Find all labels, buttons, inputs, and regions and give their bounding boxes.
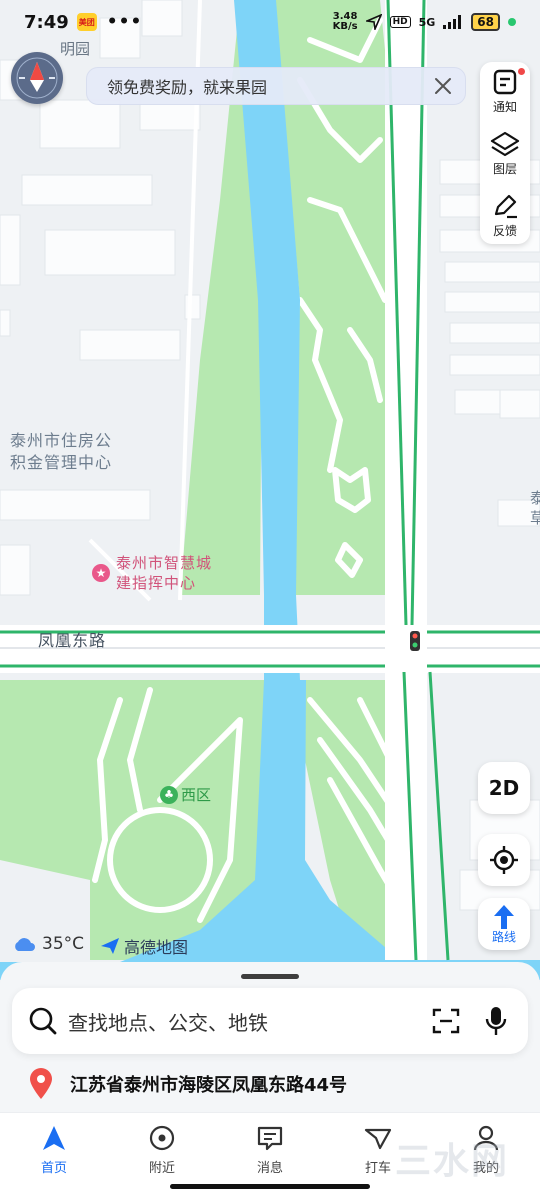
home-indicator[interactable] (170, 1184, 370, 1189)
notification-icon (493, 69, 517, 95)
layers-icon (490, 131, 520, 157)
route-arrow-icon (494, 904, 514, 929)
taxi-flag-icon (364, 1128, 392, 1150)
location-address: 江苏省泰州市海陵区凤凰东路44号 (70, 1075, 348, 1096)
search-bar[interactable]: 查找地点、公交、地铁 (12, 988, 528, 1054)
locate-crosshair-icon (490, 846, 518, 874)
feedback-pen-icon (494, 194, 517, 219)
temperature: 35°C (42, 934, 85, 954)
status-right: 3.48 KB/s HD 5G 68 (333, 12, 516, 32)
current-location[interactable]: 江苏省泰州市海陵区凤凰东路44号 (28, 1068, 347, 1100)
map-label-edge-2: 草 (530, 509, 540, 527)
view-2d-button[interactable]: 2D (478, 762, 530, 814)
message-icon (257, 1126, 283, 1151)
xiqu-label: 西区 (181, 786, 212, 804)
route-button[interactable]: 路线 (478, 898, 530, 950)
battery-indicator: 68 (471, 13, 500, 31)
status-bar: 7:49 美团 ••• 3.48 KB/s HD 5G 68 (0, 0, 540, 44)
notify-label: 通知 (492, 100, 517, 114)
park-pin-icon: ♣ (160, 785, 178, 804)
notify-button[interactable]: 通知 (480, 62, 530, 120)
fund-center-line1: 泰州市住房公 (10, 431, 113, 450)
signal-5g: 5G (418, 15, 436, 29)
sheet-drag-handle[interactable] (241, 974, 299, 979)
location-arrow-icon (365, 14, 382, 30)
watermark: 三水网 (395, 1141, 510, 1182)
microphone-icon[interactable] (484, 1005, 508, 1037)
signal-bars-icon (443, 15, 462, 29)
map-label-edge-1: 泰 (530, 489, 540, 507)
road-label-fenghuang: 凤凰东路 (38, 631, 107, 650)
feedback-label: 反馈 (492, 224, 517, 238)
tab-nearby-label: 附近 (148, 1161, 175, 1176)
tab-home[interactable]: 首页 (0, 1113, 108, 1201)
promo-banner[interactable]: 领免费奖励，就来果园 (86, 67, 466, 105)
compass-button[interactable] (11, 52, 63, 104)
close-icon[interactable] (431, 74, 455, 98)
amap-paper-plane-icon (101, 938, 119, 954)
privacy-dot-icon (508, 18, 516, 26)
scan-icon[interactable] (432, 1007, 460, 1035)
map-label-xiqu[interactable]: ♣ 西区 (160, 784, 211, 805)
feedback-button[interactable]: 反馈 (480, 186, 530, 244)
compass-icon (16, 57, 58, 99)
tab-home-label: 首页 (40, 1161, 67, 1176)
hd-icon: HD (389, 16, 411, 28)
net-speed: 3.48 KB/s (332, 11, 358, 32)
meituan-badge-icon: 美团 (76, 13, 97, 31)
weather-widget[interactable]: 35°C (12, 934, 84, 954)
map-tools-panel: 通知 图层 反馈 (480, 62, 530, 244)
map-label-fund-center[interactable]: 泰州市住房公 积金管理中心 (10, 430, 112, 474)
unread-dot (518, 68, 525, 75)
star-pin-icon: ★ (92, 564, 110, 582)
status-time: 7:49 (24, 11, 69, 33)
tab-taxi-label: 打车 (364, 1161, 391, 1176)
search-icon (29, 1007, 57, 1035)
route-label: 路线 (491, 929, 516, 944)
layers-label: 图层 (492, 162, 517, 176)
fund-center-line2: 积金管理中心 (10, 453, 113, 472)
amap-logo: 高德地图 (100, 934, 188, 958)
smart-city-line2: 建指挥中心 (116, 574, 197, 592)
tab-messages-label: 消息 (256, 1161, 283, 1176)
search-input[interactable]: 查找地点、公交、地铁 (68, 1007, 268, 1036)
location-pin-icon (30, 1068, 52, 1099)
promo-banner-text: 领免费奖励，就来果园 (107, 78, 268, 97)
locate-button[interactable] (478, 834, 530, 886)
layers-button[interactable]: 图层 (480, 124, 530, 182)
nav-arrow-icon (43, 1126, 65, 1150)
map-label-smart-city[interactable]: ★ 泰州市智慧城 建指挥中心 (92, 553, 212, 593)
compass-circle-icon (149, 1125, 175, 1151)
more-dots-icon: ••• (106, 12, 143, 32)
smart-city-line1: 泰州市智慧城 (116, 554, 213, 572)
cloud-icon (15, 938, 35, 951)
brand-name: 高德地图 (124, 938, 189, 957)
